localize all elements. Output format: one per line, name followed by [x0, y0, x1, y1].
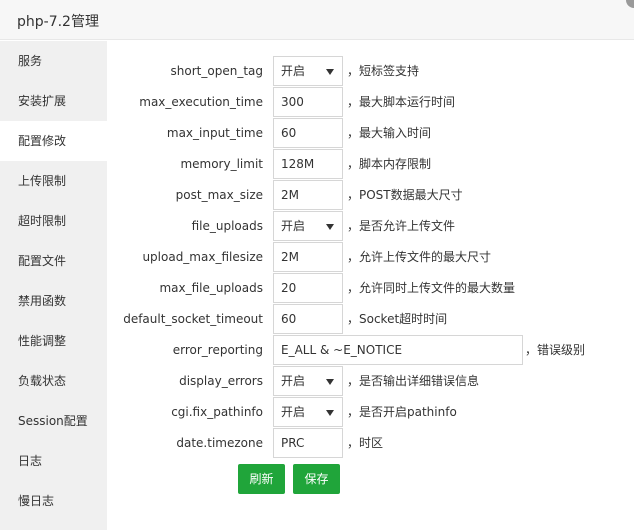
field-hint: ，是否开启pathinfo [347, 405, 457, 419]
form-row: cgi.fix_pathinfo 开启 ，是否开启pathinfo [107, 397, 634, 428]
form-row: short_open_tag 开启 ，短标签支持 [107, 56, 634, 87]
field-hint: ，是否允许上传文件 [347, 219, 456, 233]
close-icon[interactable] [626, 0, 634, 8]
config-form: short_open_tag 开启 ，短标签支持 max_execution_t… [107, 41, 634, 530]
field-label: file_uploads [191, 219, 263, 233]
field-hint: ，错误级别 [525, 343, 586, 357]
field-hint: ，最大脚本运行时间 [347, 95, 456, 109]
caret-down-icon [326, 224, 334, 230]
sidebar-item-performance[interactable]: 性能调整 [0, 321, 107, 361]
field-hint: ，最大输入时间 [347, 126, 432, 140]
select-value: 开启 [281, 219, 306, 233]
memory-limit-input[interactable]: 128M [273, 149, 343, 179]
default-socket-timeout-input[interactable]: 60 [273, 304, 343, 334]
field-hint: ，时区 [347, 436, 384, 450]
form-row: file_uploads 开启 ，是否允许上传文件 [107, 211, 634, 242]
field-label: upload_max_filesize [142, 250, 263, 264]
post-max-size-input[interactable]: 2M [273, 180, 343, 210]
field-label: cgi.fix_pathinfo [171, 405, 263, 419]
form-row: upload_max_filesize 2M ，允许上传文件的最大尺寸 [107, 242, 634, 273]
caret-down-icon [326, 410, 334, 416]
sidebar-item-timeout-limit[interactable]: 超时限制 [0, 201, 107, 241]
form-row: max_file_uploads 20 ，允许同时上传文件的最大数量 [107, 273, 634, 304]
upload-max-filesize-input[interactable]: 2M [273, 242, 343, 272]
field-label: post_max_size [175, 188, 263, 202]
form-row: display_errors 开启 ，是否输出详细错误信息 [107, 366, 634, 397]
form-row: error_reporting E_ALL & ~E_NOTICE ，错误级别 [107, 335, 634, 366]
file-uploads-select[interactable]: 开启 [273, 211, 343, 241]
short-open-tag-select[interactable]: 开启 [273, 56, 343, 86]
field-label: error_reporting [172, 343, 263, 357]
field-label: memory_limit [180, 157, 263, 171]
sidebar-item-load-status[interactable]: 负载状态 [0, 361, 107, 401]
field-label: short_open_tag [170, 64, 263, 78]
display-errors-select[interactable]: 开启 [273, 366, 343, 396]
select-value: 开启 [281, 405, 306, 419]
form-row: post_max_size 2M ，POST数据最大尺寸 [107, 180, 634, 211]
field-label: date.timezone [176, 436, 263, 450]
form-row: max_execution_time 300 ，最大脚本运行时间 [107, 87, 634, 118]
select-value: 开启 [281, 64, 306, 78]
form-row: memory_limit 128M ，脚本内存限制 [107, 149, 634, 180]
field-hint: ，是否输出详细错误信息 [347, 374, 480, 388]
caret-down-icon [326, 69, 334, 75]
window-titlebar: php-7.2管理 [0, 0, 634, 40]
sidebar-item-service[interactable]: 服务 [0, 41, 107, 81]
field-label: max_input_time [166, 126, 263, 140]
field-label: default_socket_timeout [123, 312, 263, 326]
max-input-time-input[interactable]: 60 [273, 118, 343, 148]
max-file-uploads-input[interactable]: 20 [273, 273, 343, 303]
sidebar-item-log[interactable]: 日志 [0, 441, 107, 481]
cgi-fix-pathinfo-select[interactable]: 开启 [273, 397, 343, 427]
error-reporting-input[interactable]: E_ALL & ~E_NOTICE [273, 335, 523, 365]
caret-down-icon [326, 379, 334, 385]
field-hint: ，POST数据最大尺寸 [347, 188, 463, 202]
refresh-button[interactable]: 刷新 [238, 464, 285, 494]
field-label: display_errors [179, 374, 263, 388]
field-label: max_file_uploads [159, 281, 263, 295]
field-hint: ，允许上传文件的最大尺寸 [347, 250, 492, 264]
field-hint: ，脚本内存限制 [347, 157, 432, 171]
form-row: date.timezone PRC ，时区 [107, 428, 634, 459]
select-value: 开启 [281, 374, 306, 388]
field-hint: ，Socket超时时间 [347, 312, 448, 326]
sidebar-item-install-extension[interactable]: 安装扩展 [0, 81, 107, 121]
save-button[interactable]: 保存 [293, 464, 340, 494]
max-execution-time-input[interactable]: 300 [273, 87, 343, 117]
form-row: max_input_time 60 ，最大输入时间 [107, 118, 634, 149]
date-timezone-input[interactable]: PRC [273, 428, 343, 458]
field-label: max_execution_time [139, 95, 263, 109]
sidebar: 服务 安装扩展 配置修改 上传限制 超时限制 配置文件 禁用函数 性能调整 负载… [0, 41, 107, 530]
sidebar-item-upload-limit[interactable]: 上传限制 [0, 161, 107, 201]
sidebar-item-disabled-functions[interactable]: 禁用函数 [0, 281, 107, 321]
sidebar-item-slow-log[interactable]: 慢日志 [0, 481, 107, 521]
sidebar-item-config-file[interactable]: 配置文件 [0, 241, 107, 281]
field-hint: ，允许同时上传文件的最大数量 [347, 281, 516, 295]
window-title: php-7.2管理 [17, 14, 99, 30]
sidebar-item-session-config[interactable]: Session配置 [0, 401, 107, 441]
form-row: default_socket_timeout 60 ，Socket超时时间 [107, 304, 634, 335]
sidebar-item-config-edit[interactable]: 配置修改 [0, 121, 107, 161]
field-hint: ，短标签支持 [347, 64, 420, 78]
